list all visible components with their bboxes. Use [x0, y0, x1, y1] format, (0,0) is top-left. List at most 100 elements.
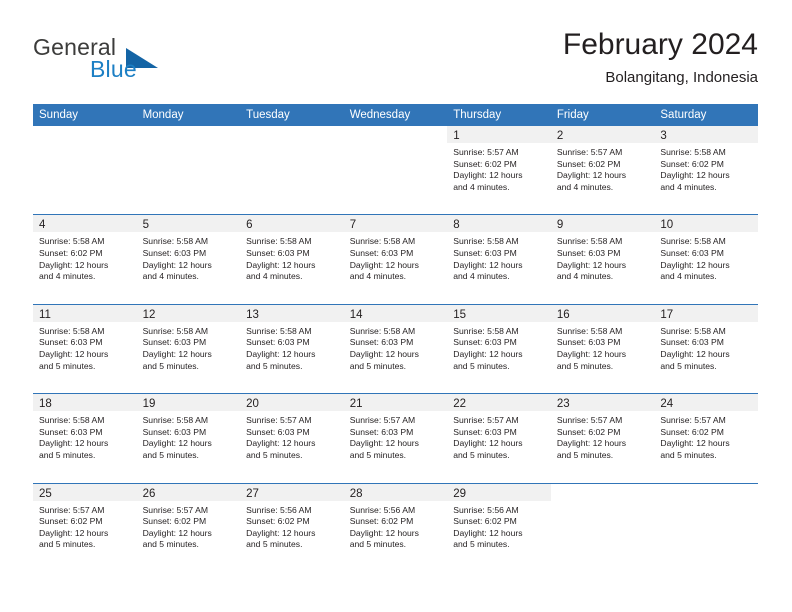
day-number: 10 — [660, 219, 674, 232]
daylight-text-line2: and 5 minutes. — [660, 360, 717, 371]
daylight-text-line1: Daylight: 12 hours — [39, 259, 109, 270]
calendar-day-cell-empty — [550, 483, 655, 572]
daylight-text-line2: and 5 minutes. — [349, 539, 407, 550]
day-number: 28 — [349, 487, 363, 500]
calendar-day-cell[interactable]: 27 Sunrise: 5:56 AM Sunset: 6:02 PM Dayligh… — [240, 483, 344, 572]
calendar-day-cell[interactable]: 16 Sunrise: 5:58 AM Sunset: 6:03 PM Dayligh… — [550, 304, 655, 394]
calendar-day-cell[interactable]: 19 Sunrise: 5:58 AM Sunset: 6:03 PM Dayligh… — [136, 394, 241, 483]
day-number: 23 — [556, 398, 570, 411]
daylight-text-line2: and 4 minutes. — [660, 181, 717, 192]
daylight-text-line1: Daylight: 12 hours — [142, 527, 212, 538]
day-number-strip: 18 — [33, 394, 137, 412]
daylight-text-line2: and 5 minutes. — [39, 449, 96, 460]
calendar-week-row: 18 Sunrise: 5:58 AM Sunset: 6:03 PM Dayligh… — [33, 393, 758, 483]
sunset-text: Sunset: 6:02 PM — [660, 158, 724, 169]
sunset-text: Sunset: 6:02 PM — [246, 516, 310, 527]
sunset-text: Sunset: 6:03 PM — [660, 247, 724, 258]
calendar-day-cell[interactable]: 22 Sunrise: 5:57 AM Sunset: 6:03 PM Dayligh… — [447, 394, 551, 483]
daylight-text-line2: and 5 minutes. — [660, 449, 717, 460]
day-details: Sunrise: 5:58 AM Sunset: 6:03 PM Daylight:… — [137, 322, 241, 372]
sunset-text: Sunset: 6:03 PM — [453, 337, 517, 348]
day-details: Sunrise: 5:57 AM Sunset: 6:02 PM Daylight:… — [137, 501, 241, 551]
day-number: 25 — [39, 487, 52, 500]
calendar-day-cell[interactable]: 25 Sunrise: 5:57 AM Sunset: 6:02 PM Dayligh… — [33, 483, 137, 572]
calendar-day-cell[interactable]: 4 Sunrise: 5:58 AM Sunset: 6:02 PM Daylight… — [33, 215, 137, 304]
calendar-day-cell[interactable]: 9 Sunrise: 5:58 AM Sunset: 6:03 PM Daylight… — [550, 215, 655, 304]
daylight-text-line1: Daylight: 12 hours — [142, 348, 212, 359]
day-details: Sunrise: 5:58 AM Sunset: 6:03 PM Daylight:… — [240, 232, 344, 282]
daylight-text-line2: and 4 minutes. — [142, 271, 199, 282]
daylight-text-line2: and 5 minutes. — [142, 360, 199, 371]
day-number: 14 — [349, 308, 363, 321]
sunrise-text: Sunrise: 5:58 AM — [660, 147, 726, 157]
daylight-text-line2: and 5 minutes. — [246, 360, 303, 371]
sunrise-text: Sunrise: 5:58 AM — [660, 325, 726, 336]
sunrise-text: Sunrise: 5:57 AM — [660, 415, 726, 426]
calendar-day-cell[interactable]: 8 Sunrise: 5:58 AM Sunset: 6:03 PM Daylight… — [447, 215, 551, 304]
sunset-text: Sunset: 6:03 PM — [349, 337, 414, 348]
sunset-text: Sunset: 6:03 PM — [556, 337, 621, 348]
sunrise-text: Sunrise: 5:58 AM — [453, 325, 519, 336]
calendar-day-cell[interactable]: 20 Sunrise: 5:57 AM Sunset: 6:03 PM Dayligh… — [240, 394, 344, 483]
calendar-day-cell[interactable]: 15 Sunrise: 5:58 AM Sunset: 6:03 PM Dayligh… — [447, 304, 551, 394]
calendar-day-cell[interactable]: 21 Sunrise: 5:57 AM Sunset: 6:03 PM Dayligh… — [343, 394, 448, 483]
general-blue-logo[interactable]: General Blue — [33, 34, 273, 96]
calendar-day-cell[interactable]: 26 Sunrise: 5:57 AM Sunset: 6:02 PM Dayligh… — [136, 483, 241, 572]
calendar-day-cell[interactable]: 5 Sunrise: 5:58 AM Sunset: 6:03 PM Daylight… — [136, 215, 241, 304]
sunset-text: Sunset: 6:02 PM — [556, 426, 621, 437]
calendar-day-cell[interactable]: 7 Sunrise: 5:58 AM Sunset: 6:03 PM Daylight… — [343, 215, 448, 304]
calendar-day-cell[interactable]: 14 Sunrise: 5:58 AM Sunset: 6:03 PM Dayligh… — [343, 304, 448, 394]
sunset-text: Sunset: 6:03 PM — [349, 247, 414, 258]
sunset-text: Sunset: 6:03 PM — [142, 337, 207, 348]
day-details: Sunrise: 5:58 AM Sunset: 6:03 PM Daylight:… — [137, 232, 241, 282]
calendar-week-cells: 18 Sunrise: 5:58 AM Sunset: 6:03 PM Dayligh… — [33, 394, 758, 483]
calendar-day-cell-empty — [33, 126, 137, 215]
calendar-day-cell[interactable]: 23 Sunrise: 5:57 AM Sunset: 6:02 PM Dayligh… — [550, 394, 655, 483]
day-number: 4 — [39, 219, 46, 232]
sunrise-text: Sunrise: 5:57 AM — [349, 415, 416, 426]
calendar-day-cell[interactable]: 6 Sunrise: 5:58 AM Sunset: 6:03 PM Daylight… — [240, 215, 344, 304]
day-number: 11 — [39, 308, 51, 321]
sunrise-text: Sunrise: 5:57 AM — [453, 147, 519, 157]
calendar-weeks: 1 Sunrise: 5:57 AM Sunset: 6:02 PM Daylight… — [33, 126, 758, 572]
calendar-day-cell[interactable]: 28 Sunrise: 5:56 AM Sunset: 6:02 PM Dayligh… — [343, 483, 448, 572]
sunset-text: Sunset: 6:02 PM — [556, 158, 621, 169]
calendar-day-cell[interactable]: 3 Sunrise: 5:58 AM Sunset: 6:02 PM Daylight… — [654, 126, 758, 215]
page-header: General Blue February 2024 Bolangitang, … — [33, 28, 758, 98]
sunset-text: Sunset: 6:03 PM — [246, 247, 310, 258]
day-number: 5 — [142, 219, 149, 232]
page-title: February 2024 — [562, 28, 758, 61]
calendar-day-cell[interactable]: 17 Sunrise: 5:58 AM Sunset: 6:03 PM Dayligh… — [654, 304, 758, 394]
day-of-week-header-friday: Friday — [556, 109, 589, 121]
sunrise-text: Sunrise: 5:58 AM — [39, 236, 105, 247]
day-of-week-header-row: Sunday Monday Tuesday Wednesday Thursday Frid… — [33, 104, 758, 126]
day-details: Sunrise: 5:58 AM Sunset: 6:03 PM Daylight:… — [344, 322, 448, 372]
day-of-week-header-thursday: Thursday — [453, 109, 502, 121]
daylight-text-line1: Daylight: 12 hours — [39, 527, 109, 538]
daylight-text-line2: and 5 minutes. — [453, 539, 510, 550]
day-number-strip — [240, 126, 344, 143]
day-number: 12 — [142, 308, 156, 321]
day-details: Sunrise: 5:57 AM Sunset: 6:02 PM Daylight:… — [654, 411, 758, 461]
calendar-day-cell[interactable]: 10 Sunrise: 5:58 AM Sunset: 6:03 PM Dayligh… — [654, 215, 758, 304]
sunrise-text: Sunrise: 5:58 AM — [556, 236, 623, 247]
page-subtitle-location: Bolangitang, Indonesia — [605, 69, 758, 86]
sunset-text: Sunset: 6:03 PM — [246, 337, 310, 348]
calendar-day-cell[interactable]: 1 Sunrise: 5:57 AM Sunset: 6:02 PM Daylight… — [447, 126, 551, 215]
day-details: Sunrise: 5:58 AM Sunset: 6:03 PM Daylight:… — [137, 411, 241, 461]
sunrise-text: Sunrise: 5:58 AM — [39, 415, 105, 426]
day-details: Sunrise: 5:57 AM Sunset: 6:03 PM Daylight:… — [344, 411, 448, 461]
sunset-text: Sunset: 6:03 PM — [142, 426, 207, 437]
calendar-day-cell[interactable]: 24 Sunrise: 5:57 AM Sunset: 6:02 PM Dayligh… — [654, 394, 758, 483]
sunrise-text: Sunrise: 5:56 AM — [453, 504, 519, 515]
calendar-day-cell[interactable]: 2 Sunrise: 5:57 AM Sunset: 6:02 PM Daylight… — [550, 126, 655, 215]
sunset-text: Sunset: 6:03 PM — [39, 426, 103, 437]
calendar-day-cell[interactable]: 12 Sunrise: 5:58 AM Sunset: 6:03 PM Dayligh… — [136, 304, 241, 394]
calendar-day-cell[interactable]: 29 Sunrise: 5:56 AM Sunset: 6:02 PM Dayligh… — [447, 483, 551, 572]
calendar-day-cell[interactable]: 13 Sunrise: 5:58 AM Sunset: 6:03 PM Dayligh… — [240, 304, 344, 394]
calendar-day-cell[interactable]: 18 Sunrise: 5:58 AM Sunset: 6:03 PM Dayligh… — [33, 394, 137, 483]
calendar-day-cell-empty — [136, 126, 241, 215]
sunrise-text: Sunrise: 5:57 AM — [142, 504, 209, 515]
day-details: Sunrise: 5:58 AM Sunset: 6:03 PM Daylight:… — [344, 232, 448, 282]
calendar-day-cell[interactable]: 11 Sunrise: 5:58 AM Sunset: 6:03 PM Dayligh… — [33, 304, 137, 394]
